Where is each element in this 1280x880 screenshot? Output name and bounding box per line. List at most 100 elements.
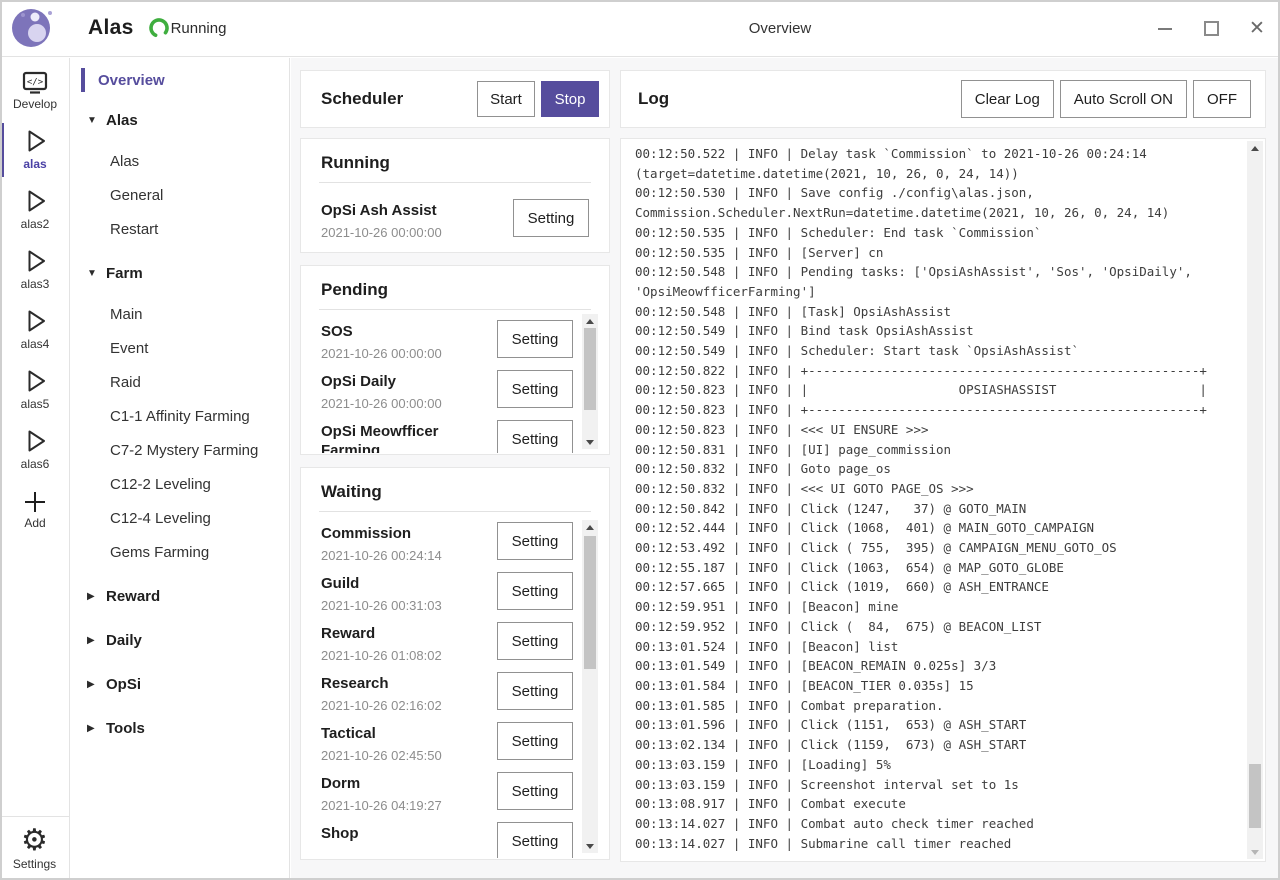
nav-item[interactable]: Gems Farming	[71, 540, 289, 564]
nav-item[interactable]: C7-2 Mystery Farming	[71, 438, 289, 462]
scrollbar-thumb[interactable]	[584, 536, 596, 669]
task-setting-button[interactable]: Setting	[497, 572, 573, 610]
log-line: 00:13:08.917 | INFO | Combat execute	[635, 794, 1246, 814]
log-line: 00:13:01.584 | INFO | [BEACON_TIER 0.035…	[635, 676, 1246, 696]
task-setting-button[interactable]: Setting	[497, 722, 573, 760]
log-line: 00:12:50.530 | INFO | Save config ./conf…	[635, 183, 1246, 203]
log-line: 00:12:52.444 | INFO | Click (1068, 401) …	[635, 518, 1246, 538]
rail-instance[interactable]: alas2	[0, 182, 70, 238]
scroll-down-icon[interactable]	[582, 839, 598, 853]
nav-group[interactable]: ▼ Alas	[71, 108, 289, 132]
nav-group[interactable]: ▶ Tools	[71, 716, 289, 740]
nav-item[interactable]: Main	[71, 302, 289, 326]
play-icon	[20, 306, 50, 336]
task-name: SOS	[321, 320, 442, 341]
pending-scrollbar[interactable]	[582, 314, 598, 449]
scroll-up-icon[interactable]	[582, 520, 598, 534]
scroll-down-icon[interactable]	[1247, 845, 1263, 859]
play-icon	[20, 366, 50, 396]
nav-item[interactable]: Raid	[71, 370, 289, 394]
minimize-button[interactable]	[1154, 18, 1176, 40]
task-setting-button[interactable]: Setting	[497, 420, 573, 453]
play-icon	[20, 186, 50, 216]
rail-item-develop[interactable]: </> Develop	[0, 66, 70, 118]
task-setting-button[interactable]: Setting	[497, 622, 573, 660]
rail-item-settings[interactable]: ⚙ Settings	[0, 816, 69, 880]
close-button[interactable]: ✕	[1246, 18, 1268, 40]
rail-instance[interactable]: alas	[0, 122, 70, 178]
nav-item-overview[interactable]: Overview	[71, 68, 289, 92]
log-line: 00:12:50.842 | INFO | Click (1247, 37) @…	[635, 499, 1246, 519]
scrollbar-thumb[interactable]	[584, 328, 596, 410]
task-setting-button[interactable]: Setting	[497, 370, 573, 408]
task-row: OpSi Ash Assist 2021-10-26 00:00:00 Sett…	[321, 199, 589, 249]
stop-button[interactable]: Stop	[541, 81, 599, 117]
caret-icon: ▶	[87, 591, 100, 602]
log-line: 00:12:50.823 | INFO | | OPSIASHASSIST |	[635, 380, 1246, 400]
log-line: 00:13:03.159 | INFO | Screenshot interva…	[635, 775, 1246, 795]
nav-item[interactable]: C1-1 Affinity Farming	[71, 404, 289, 428]
task-setting-button[interactable]: Setting	[497, 772, 573, 810]
task-name: Research	[321, 672, 442, 693]
log-line: 00:12:50.832 | INFO | <<< UI GOTO PAGE_O…	[635, 479, 1246, 499]
nav-group[interactable]: ▶ OpSi	[71, 672, 289, 696]
task-time: 2021-10-26 01:08:02	[321, 648, 442, 663]
task-info: SOS 2021-10-26 00:00:00	[321, 320, 442, 361]
clear-log-button[interactable]: Clear Log	[961, 80, 1054, 118]
maximize-button[interactable]	[1200, 18, 1222, 40]
task-info: Commission 2021-10-26 00:24:14	[321, 522, 442, 563]
task-time: 2021-10-26 00:00:00	[321, 225, 442, 240]
log-line: 00:13:03.159 | INFO | [Loading] 5%	[635, 755, 1246, 775]
rail-instance[interactable]: alas6	[0, 422, 70, 478]
nav-group[interactable]: ▶ Reward	[71, 584, 289, 608]
log-scrollbar[interactable]	[1247, 141, 1263, 859]
task-info: OpSi Meowfficer Farming	[321, 420, 489, 453]
play-icon	[20, 246, 50, 276]
scroll-up-icon[interactable]	[1247, 141, 1263, 155]
task-setting-button[interactable]: Setting	[497, 522, 573, 560]
start-button[interactable]: Start	[477, 81, 535, 117]
scroll-up-icon[interactable]	[582, 314, 598, 328]
log-output[interactable]: 00:12:50.522 | INFO | Delay task `Commis…	[622, 140, 1246, 860]
task-setting-button[interactable]: Setting	[497, 320, 573, 358]
task-info: OpSi Ash Assist 2021-10-26 00:00:00	[321, 199, 442, 240]
log-line: 'OpsiMeowfficerFarming']	[635, 282, 1246, 302]
task-setting-button[interactable]: Setting	[497, 672, 573, 710]
nav-item[interactable]: Event	[71, 336, 289, 360]
pending-task-list: SOS 2021-10-26 00:00:00 Setting OpSi Dai…	[301, 314, 609, 453]
selected-indicator	[81, 68, 85, 92]
rail-instance[interactable]: alas3	[0, 242, 70, 298]
log-line: 00:12:50.831 | INFO | [UI] page_commissi…	[635, 440, 1246, 460]
nav-group-label: Alas	[106, 112, 138, 129]
autoscroll-on-button[interactable]: Auto Scroll ON	[1060, 80, 1187, 118]
nav-group[interactable]: ▶ Daily	[71, 628, 289, 652]
nav-group[interactable]: ▼ Farm	[71, 261, 289, 285]
task-row: OpSi Daily 2021-10-26 00:00:00 Setting	[321, 370, 573, 420]
scheduler-panel: Scheduler Start Stop	[300, 70, 610, 128]
task-setting-button[interactable]: Setting	[513, 199, 589, 237]
scrollbar-thumb[interactable]	[1249, 764, 1261, 828]
nav-item[interactable]: Alas	[71, 149, 289, 173]
scroll-down-icon[interactable]	[582, 435, 598, 449]
play-icon	[20, 126, 50, 156]
log-line: 00:12:50.548 | INFO | [Task] OpsiAshAssi…	[635, 302, 1246, 322]
nav-item[interactable]: C12-2 Leveling	[71, 472, 289, 496]
task-row: Tactical 2021-10-26 02:45:50 Setting	[321, 722, 573, 772]
waiting-scrollbar[interactable]	[582, 520, 598, 853]
log-line: 00:12:50.832 | INFO | Goto page_os	[635, 459, 1246, 479]
autoscroll-off-button[interactable]: OFF	[1193, 80, 1251, 118]
rail-item-add[interactable]: Add	[0, 482, 70, 538]
task-setting-button[interactable]: Setting	[497, 822, 573, 858]
rail-instance[interactable]: alas4	[0, 302, 70, 358]
log-line: 00:12:50.823 | INFO | <<< UI ENSURE >>>	[635, 420, 1246, 440]
log-line: 00:12:50.548 | INFO | Pending tasks: ['O…	[635, 262, 1246, 282]
nav-item[interactable]: General	[71, 183, 289, 207]
nav-item[interactable]: C12-4 Leveling	[71, 506, 289, 530]
task-time: 2021-10-26 00:00:00	[321, 396, 442, 411]
task-info: Dorm 2021-10-26 04:19:27	[321, 772, 442, 813]
task-name: OpSi Ash Assist	[321, 199, 442, 220]
task-time: 2021-10-26 02:45:50	[321, 748, 442, 763]
nav-item-label: Overview	[98, 72, 165, 89]
nav-item[interactable]: Restart	[71, 217, 289, 241]
rail-instance[interactable]: alas5	[0, 362, 70, 418]
